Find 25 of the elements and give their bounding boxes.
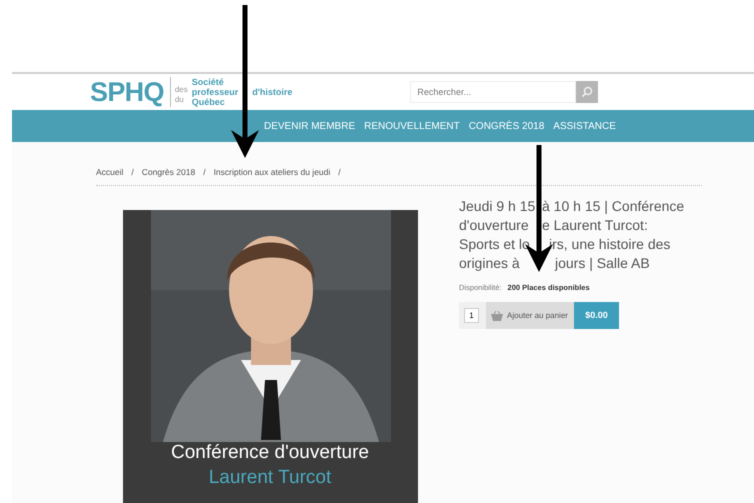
breadcrumb-link[interactable]: Congrès 2018 <box>142 166 196 179</box>
product-title: Jeudi 9 h 15 <box>459 196 536 216</box>
price-tag: $0.00 <box>574 302 619 329</box>
product-title: e Laurent Turcot: <box>542 216 648 235</box>
nav-link[interactable]: RENOUVELLEMENT <box>364 118 460 134</box>
breadcrumb-link[interactable]: Inscription aux ateliers du jeudi <box>214 166 330 179</box>
breadcrumb-separator: / <box>338 166 341 179</box>
breadcrumb-separator: / <box>131 166 134 179</box>
basket-icon <box>491 310 503 320</box>
nav-link[interactable]: CONGRÈS 2018 <box>468 118 544 134</box>
product-title: à 10 h 15 | Conférence <box>542 196 684 216</box>
breadcrumb-link[interactable]: Accueil <box>96 166 124 179</box>
breadcrumb-separator: / <box>203 166 206 179</box>
product-title: origines à <box>459 254 521 273</box>
quantity-field[interactable]: 1 <box>464 308 479 323</box>
speaker-name: Laurent Turcot <box>208 466 332 490</box>
search-field[interactable]: Rechercher... <box>410 81 576 103</box>
nav-link[interactable]: DEVENIR MEMBRE <box>264 118 356 134</box>
image-caption: Conférence d'ouverture <box>171 440 369 465</box>
search-icon <box>581 86 594 98</box>
product-title: jours | Salle AB <box>555 254 650 273</box>
product-title: d'ouverture <box>459 216 530 235</box>
add-to-cart-button[interactable]: Ajouter au panier <box>486 302 574 329</box>
search-button[interactable] <box>576 81 598 103</box>
nav-link[interactable]: ASSISTANCE <box>553 118 616 134</box>
